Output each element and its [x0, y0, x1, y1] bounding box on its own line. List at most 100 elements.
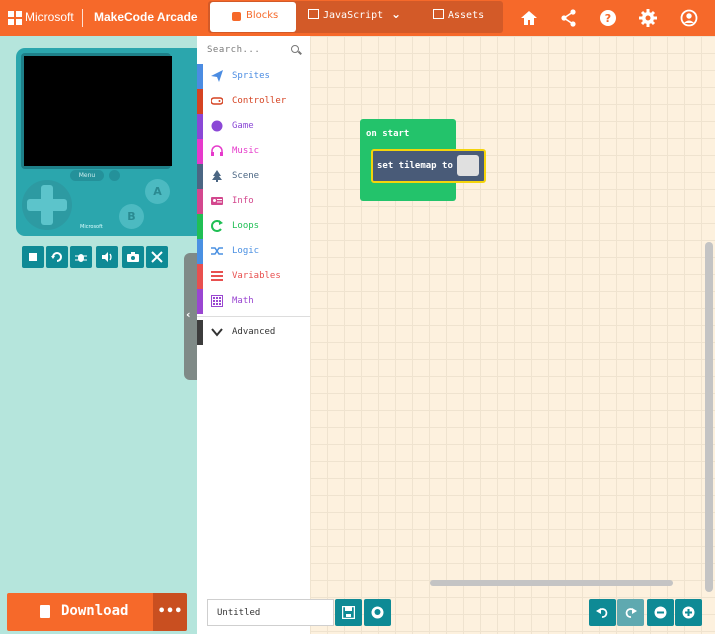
gamepad-icon	[211, 97, 223, 105]
category-info[interactable]: Info	[197, 189, 310, 214]
share-icon[interactable]	[559, 8, 579, 28]
toolbox-search[interactable]: Search...	[197, 36, 310, 63]
a-button[interactable]: A	[145, 179, 170, 204]
download-label: Download	[61, 603, 129, 619]
game-console: Menu A B Microsoft	[16, 48, 205, 236]
blocks-workspace[interactable]: on start set tilemap to	[310, 36, 715, 634]
redo-icon	[625, 608, 637, 618]
debug-button[interactable]	[70, 246, 92, 268]
user-icon[interactable]	[679, 8, 699, 28]
code-icon	[308, 9, 319, 19]
header-bar: Microsoft MakeCode Arcade Blocks JavaScr…	[0, 0, 715, 36]
zoom-in-icon	[682, 606, 695, 619]
tab-javascript[interactable]: JavaScript	[308, 9, 383, 21]
redo-button[interactable]	[617, 599, 644, 626]
stop-button[interactable]	[22, 246, 44, 268]
zoom-in-button[interactable]	[675, 599, 702, 626]
simulator-panel: Menu A B Microsoft Download •••	[0, 36, 205, 634]
set-tilemap-block[interactable]: set tilemap to	[371, 149, 486, 183]
restart-button[interactable]	[46, 246, 68, 268]
set-tilemap-label: set tilemap to	[377, 161, 453, 171]
category-label: Variables	[232, 271, 281, 281]
bug-icon	[75, 254, 87, 262]
category-controller[interactable]: Controller	[197, 89, 310, 114]
console-brand: Microsoft	[80, 224, 103, 230]
fullscreen-button[interactable]	[146, 246, 168, 268]
tab-assets[interactable]: Assets	[433, 9, 484, 21]
puzzle-icon	[232, 12, 241, 21]
sound-icon	[102, 252, 112, 262]
github-button[interactable]	[364, 599, 391, 626]
category-label: Controller	[232, 96, 287, 106]
b-button[interactable]: B	[119, 204, 144, 229]
more-button[interactable]: •••	[153, 593, 187, 631]
reset-button[interactable]	[109, 170, 120, 181]
chevron-down-icon	[211, 328, 223, 337]
category-logic[interactable]: Logic	[197, 239, 310, 264]
category-label: Loops	[232, 221, 260, 231]
horizontal-scrollbar[interactable]	[430, 580, 673, 586]
chevron-down-icon[interactable]: ⌄	[391, 7, 401, 21]
home-icon[interactable]	[519, 8, 539, 28]
save-button[interactable]	[335, 599, 362, 626]
image-icon	[433, 9, 444, 19]
category-label: Scene	[232, 171, 260, 181]
on-start-label: on start	[366, 129, 410, 139]
paper-plane-icon	[211, 70, 223, 82]
category-label: Logic	[232, 246, 260, 256]
svg-text:?: ?	[605, 12, 611, 25]
category-label: Math	[232, 296, 254, 306]
category-loops[interactable]: Loops	[197, 214, 310, 239]
game-screen[interactable]	[24, 56, 172, 166]
download-button[interactable]: Download	[7, 593, 153, 631]
tilemap-picker[interactable]	[457, 155, 479, 176]
id-card-icon	[211, 197, 223, 205]
category-label: Info	[232, 196, 254, 206]
camera-icon	[127, 252, 139, 262]
fullscreen-icon	[151, 251, 163, 263]
restart-icon	[51, 252, 62, 262]
app-title[interactable]: MakeCode Arcade	[94, 10, 198, 24]
chevron-left-icon: ‹	[186, 308, 191, 321]
category-advanced[interactable]: Advanced	[197, 320, 310, 345]
category-math[interactable]: Math	[197, 289, 310, 314]
zoom-out-icon	[654, 606, 667, 619]
sound-button[interactable]	[96, 246, 118, 268]
category-music[interactable]: Music	[197, 139, 310, 164]
category-game[interactable]: Game	[197, 114, 310, 139]
category-label: Sprites	[232, 71, 270, 81]
shuffle-icon	[211, 247, 223, 255]
vertical-scrollbar[interactable]	[705, 242, 713, 592]
search-icon[interactable]	[291, 45, 299, 53]
search-input[interactable]: Search...	[207, 45, 260, 55]
tab-assets-label: Assets	[448, 10, 485, 21]
category-label: Music	[232, 146, 260, 156]
category-label: Game	[232, 121, 254, 131]
tab-javascript-label: JavaScript	[323, 10, 384, 21]
undo-button[interactable]	[589, 599, 616, 626]
category-label: Advanced	[232, 327, 276, 337]
zoom-out-button[interactable]	[647, 599, 674, 626]
project-name-input[interactable]: Untitled	[207, 599, 334, 626]
tab-blocks[interactable]: Blocks	[210, 2, 296, 32]
microsoft-logo-icon	[8, 11, 22, 25]
category-scene[interactable]: Scene	[197, 164, 310, 189]
screen-bezel	[21, 53, 172, 169]
loop-icon	[211, 220, 223, 232]
dpad[interactable]	[22, 180, 72, 230]
headphones-icon	[211, 145, 223, 156]
toolbox: Search... Sprites Controller Game Music …	[197, 36, 310, 634]
help-icon[interactable]: ?	[598, 8, 618, 28]
circle-icon	[211, 120, 223, 132]
screenshot-button[interactable]	[122, 246, 144, 268]
brand-text: Microsoft	[25, 10, 74, 24]
category-variables[interactable]: Variables	[197, 264, 310, 289]
undo-icon	[596, 608, 608, 618]
menu-button[interactable]: Menu	[70, 170, 104, 181]
stop-icon	[29, 253, 37, 261]
download-icon	[40, 605, 50, 618]
header-divider	[82, 9, 83, 27]
collapse-simulator-handle[interactable]: ‹	[184, 253, 197, 380]
settings-icon[interactable]	[638, 8, 658, 28]
category-sprites[interactable]: Sprites	[197, 64, 310, 89]
